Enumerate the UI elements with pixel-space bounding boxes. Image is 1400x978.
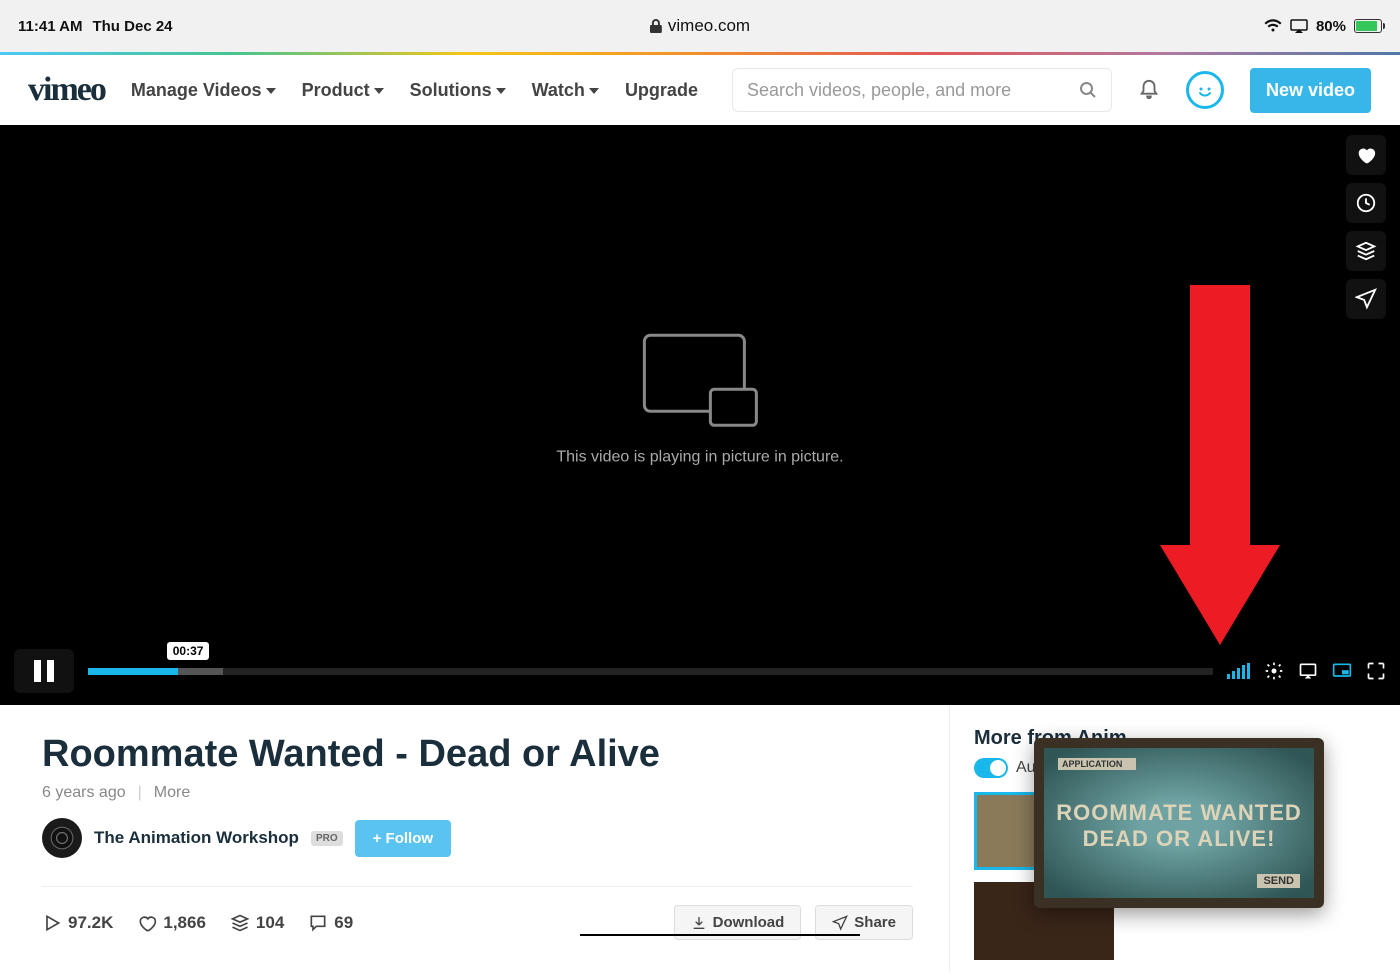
- url-domain: vimeo.com: [668, 16, 750, 36]
- progress-played: [88, 668, 178, 675]
- status-time: 11:41 AM: [18, 18, 82, 35]
- follow-button[interactable]: + Follow: [355, 820, 451, 857]
- battery-icon: [1354, 19, 1382, 33]
- share-action-button[interactable]: Share: [815, 905, 913, 940]
- stat-value: 69: [334, 913, 353, 933]
- pip-toggle-icon[interactable]: [1332, 661, 1352, 681]
- nav-manage-videos[interactable]: Manage Videos: [131, 80, 276, 101]
- divider: |: [138, 784, 142, 802]
- play-icon: [42, 913, 62, 933]
- pip-text-line: ROOMMATE WANTED: [1056, 800, 1302, 826]
- stat-value: 104: [256, 913, 284, 933]
- comment-icon: [308, 913, 328, 933]
- red-arrow-annotation: [1160, 285, 1280, 705]
- collections-stat[interactable]: 104: [230, 913, 284, 933]
- progress-bar[interactable]: 00:37: [88, 668, 1213, 675]
- watch-later-button[interactable]: [1346, 183, 1386, 223]
- pause-button[interactable]: [14, 649, 74, 693]
- author-avatar[interactable]: [42, 818, 82, 858]
- chevron-down-icon: [374, 88, 384, 94]
- nav-label: Upgrade: [625, 80, 698, 101]
- download-icon: [691, 915, 707, 931]
- chevron-down-icon: [496, 88, 506, 94]
- video-title: Roommate Wanted - Dead or Alive: [42, 733, 913, 776]
- pip-app-label: APPLICATION: [1058, 758, 1136, 770]
- pip-floating-window[interactable]: APPLICATION ROOMMATE WANTED DEAD OR ALIV…: [1034, 738, 1324, 908]
- ipad-status-bar: 11:41 AM Thu Dec 24 vimeo.com 80%: [0, 0, 1400, 52]
- notifications-icon[interactable]: [1138, 79, 1160, 101]
- btn-label: Download: [713, 914, 785, 931]
- face-icon: [1193, 78, 1217, 102]
- more-link[interactable]: More: [154, 784, 190, 802]
- user-avatar[interactable]: [1186, 71, 1224, 109]
- player-side-actions: [1346, 135, 1386, 319]
- nav-label: Product: [302, 80, 370, 101]
- share-button[interactable]: [1346, 279, 1386, 319]
- time-tooltip: 00:37: [167, 642, 210, 660]
- new-video-button[interactable]: New video: [1250, 68, 1371, 113]
- battery-percent: 80%: [1316, 18, 1346, 35]
- nav-product[interactable]: Product: [302, 80, 384, 101]
- pro-badge: PRO: [311, 831, 343, 846]
- pip-icon: [640, 331, 760, 431]
- player-controls: 00:37: [14, 649, 1386, 693]
- browser-url[interactable]: vimeo.com: [650, 16, 750, 36]
- comments-stat[interactable]: 69: [308, 913, 353, 933]
- like-button[interactable]: [1346, 135, 1386, 175]
- heart-icon: [137, 913, 157, 933]
- search-input[interactable]: [747, 80, 1079, 101]
- lock-icon: [650, 19, 662, 33]
- nav-label: Manage Videos: [131, 80, 262, 101]
- search-icon[interactable]: [1079, 81, 1097, 99]
- plays-stat[interactable]: 97.2K: [42, 913, 113, 933]
- pip-text-line: DEAD OR ALIVE!: [1083, 826, 1276, 852]
- pip-message: This video is playing in picture in pict…: [556, 448, 843, 466]
- nav-watch[interactable]: Watch: [532, 80, 599, 101]
- wifi-icon: [1264, 19, 1282, 33]
- collections-button[interactable]: [1346, 231, 1386, 271]
- pip-send-label: SEND: [1257, 874, 1300, 888]
- chevron-down-icon: [266, 88, 276, 94]
- stat-value: 97.2K: [68, 913, 113, 933]
- nav-label: Solutions: [410, 80, 492, 101]
- fullscreen-icon[interactable]: [1366, 661, 1386, 681]
- stack-icon: [230, 913, 250, 933]
- nav-upgrade[interactable]: Upgrade: [625, 80, 698, 101]
- btn-label: Share: [854, 914, 896, 931]
- video-player: This video is playing in picture in pict…: [0, 125, 1400, 705]
- share-icon: [832, 915, 848, 931]
- autoplay-toggle[interactable]: [974, 758, 1008, 778]
- search-box[interactable]: [732, 68, 1112, 112]
- author-name[interactable]: The Animation Workshop: [94, 828, 299, 848]
- nav-solutions[interactable]: Solutions: [410, 80, 506, 101]
- vimeo-logo[interactable]: vimeo: [28, 71, 105, 109]
- pip-placeholder: This video is playing in picture in pict…: [556, 331, 843, 466]
- video-age: 6 years ago: [42, 784, 126, 802]
- status-date: Thu Dec 24: [92, 18, 172, 35]
- stat-value: 1,866: [163, 913, 206, 933]
- volume-control[interactable]: [1227, 663, 1250, 679]
- nav-label: Watch: [532, 80, 585, 101]
- settings-icon[interactable]: [1264, 661, 1284, 681]
- airplay-icon[interactable]: [1298, 661, 1318, 681]
- site-header: vimeo Manage Videos Product Solutions Wa…: [0, 55, 1400, 125]
- airplay-status-icon: [1290, 19, 1308, 33]
- likes-stat[interactable]: 1,866: [137, 913, 206, 933]
- chevron-down-icon: [589, 88, 599, 94]
- download-button[interactable]: Download: [674, 905, 802, 940]
